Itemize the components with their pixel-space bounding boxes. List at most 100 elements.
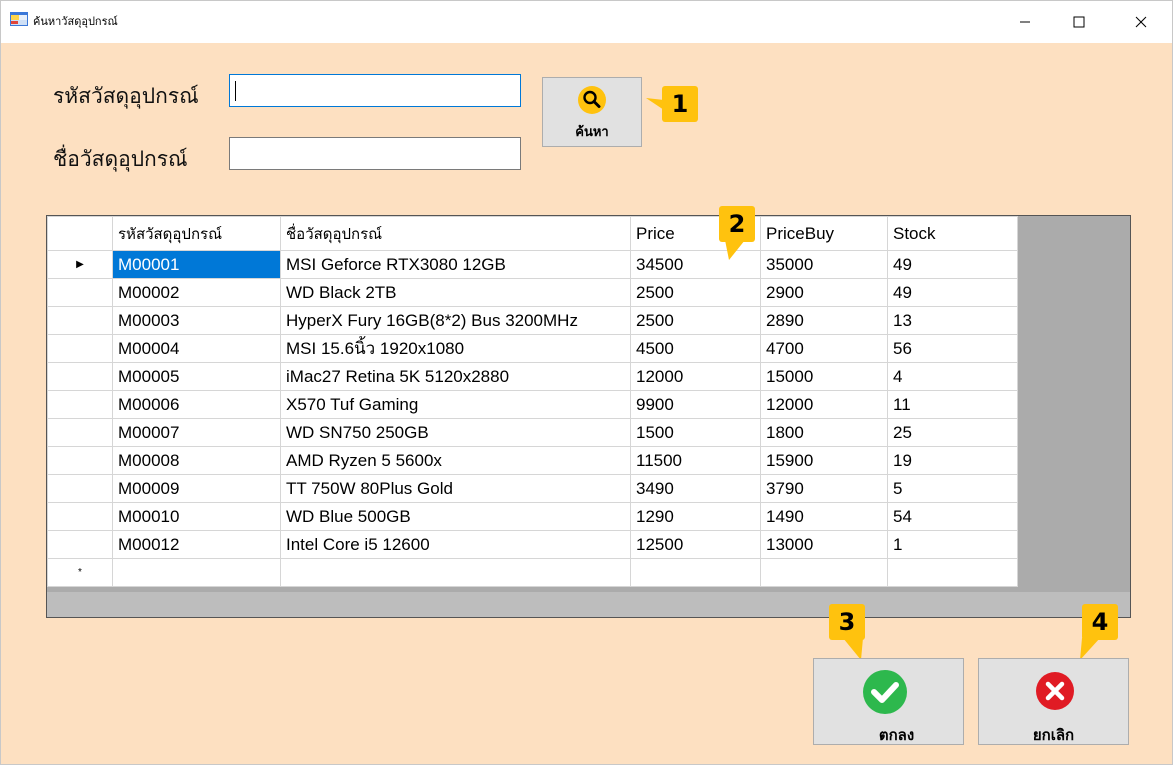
table-row[interactable]: M00009 TT 750W 80Plus Gold 3490 3790 5 <box>47 474 1018 503</box>
maximize-button[interactable] <box>1056 1 1102 43</box>
cell-code[interactable]: M00006 <box>112 390 281 419</box>
cancel-button-label: ยกเลิก <box>1032 726 1075 744</box>
cell-name[interactable]: AMD Ryzen 5 5600x <box>280 446 631 475</box>
cell-name[interactable]: WD Blue 500GB <box>280 502 631 531</box>
table-row[interactable]: M00008 AMD Ryzen 5 5600x 11500 15900 19 <box>47 446 1018 475</box>
cell-stock[interactable]: 5 <box>887 474 1018 503</box>
cell-pricebuy[interactable]: 35000 <box>760 250 888 279</box>
cell-name[interactable]: MSI Geforce RTX3080 12GB <box>280 250 631 279</box>
cell-pricebuy[interactable]: 4700 <box>760 334 888 363</box>
cell-code[interactable]: M00008 <box>112 446 281 475</box>
row-header[interactable] <box>47 502 113 531</box>
cell-code[interactable]: M00005 <box>112 362 281 391</box>
row-header[interactable] <box>47 362 113 391</box>
cell-stock[interactable]: 56 <box>887 334 1018 363</box>
cell-price[interactable]: 9900 <box>630 390 761 419</box>
cell-code[interactable]: M00012 <box>112 530 281 559</box>
row-header[interactable] <box>47 278 113 307</box>
new-row-cell[interactable] <box>887 558 1018 587</box>
new-row-cell[interactable] <box>760 558 888 587</box>
cell-name[interactable]: TT 750W 80Plus Gold <box>280 474 631 503</box>
cell-stock[interactable]: 54 <box>887 502 1018 531</box>
cell-name[interactable]: Intel Core i5 12600 <box>280 530 631 559</box>
row-header[interactable] <box>47 418 113 447</box>
column-header-pricebuy[interactable]: PriceBuy <box>760 216 888 251</box>
cell-pricebuy[interactable]: 3790 <box>760 474 888 503</box>
search-equipment-window: ค้นหาวัสดุอุปกรณ์ รหัสวัสดุอุปกรณ์ ชื่อว… <box>0 0 1173 765</box>
cell-stock[interactable]: 49 <box>887 278 1018 307</box>
row-header[interactable] <box>47 446 113 475</box>
cell-stock[interactable]: 49 <box>887 250 1018 279</box>
search-button[interactable]: ค้นหา <box>542 77 642 147</box>
row-header[interactable]: ▶ <box>47 250 113 279</box>
cell-price[interactable]: 12000 <box>630 362 761 391</box>
cell-code[interactable]: M00004 <box>112 334 281 363</box>
cell-price[interactable]: 12500 <box>630 530 761 559</box>
cell-stock[interactable]: 19 <box>887 446 1018 475</box>
table-row[interactable]: M00004 MSI 15.6นิ้ว 1920x1080 4500 4700 56 <box>47 334 1018 363</box>
table-row[interactable]: M00002 WD Black 2TB 2500 2900 49 <box>47 278 1018 307</box>
cell-stock[interactable]: 4 <box>887 362 1018 391</box>
cell-stock[interactable]: 1 <box>887 530 1018 559</box>
close-button[interactable] <box>1118 1 1164 43</box>
grid-horizontal-scrollbar[interactable] <box>47 592 1130 617</box>
row-header[interactable] <box>47 306 113 335</box>
equipment-name-input[interactable] <box>229 137 521 170</box>
cell-stock[interactable]: 13 <box>887 306 1018 335</box>
cell-price[interactable]: 1290 <box>630 502 761 531</box>
ok-button[interactable]: ตกลง <box>813 658 964 745</box>
cell-price[interactable]: 3490 <box>630 474 761 503</box>
cell-code[interactable]: M00010 <box>112 502 281 531</box>
cell-code[interactable]: M00007 <box>112 418 281 447</box>
column-header-code[interactable]: รหัสวัสดุอุปกรณ์ <box>112 216 281 251</box>
cell-name[interactable]: WD Black 2TB <box>280 278 631 307</box>
cell-price[interactable]: 1500 <box>630 418 761 447</box>
cell-name[interactable]: X570 Tuf Gaming <box>280 390 631 419</box>
table-row[interactable]: M00012 Intel Core i5 12600 12500 13000 1 <box>47 530 1018 559</box>
new-row-cell[interactable] <box>112 558 281 587</box>
cell-price[interactable]: 4500 <box>630 334 761 363</box>
column-header-stock[interactable]: Stock <box>887 216 1018 251</box>
cell-price[interactable]: 2500 <box>630 306 761 335</box>
equipment-code-input[interactable] <box>229 74 521 107</box>
cell-stock[interactable]: 11 <box>887 390 1018 419</box>
cell-code[interactable]: M00003 <box>112 306 281 335</box>
cell-name[interactable]: WD SN750 250GB <box>280 418 631 447</box>
table-row[interactable]: ▶ M00001 MSI Geforce RTX3080 12GB 34500 3500… <box>47 250 1018 279</box>
table-row[interactable]: M00003 HyperX Fury 16GB(8*2) Bus 3200MHz 2… <box>47 306 1018 335</box>
new-row-cell[interactable] <box>630 558 761 587</box>
cell-pricebuy[interactable]: 15900 <box>760 446 888 475</box>
cell-pricebuy[interactable]: 12000 <box>760 390 888 419</box>
cell-pricebuy[interactable]: 1490 <box>760 502 888 531</box>
cell-code[interactable]: M00009 <box>112 474 281 503</box>
cell-pricebuy[interactable]: 2890 <box>760 306 888 335</box>
row-header[interactable] <box>47 530 113 559</box>
cancel-button[interactable]: ยกเลิก <box>978 658 1129 745</box>
equipment-data-grid[interactable]: รหัสวัสดุอุปกรณ์ ชื่อวัสดุอุปกรณ์ Price … <box>46 215 1131 618</box>
row-header[interactable] <box>47 474 113 503</box>
cell-stock[interactable]: 25 <box>887 418 1018 447</box>
cell-name[interactable]: HyperX Fury 16GB(8*2) Bus 3200MHz <box>280 306 631 335</box>
cell-price[interactable]: 11500 <box>630 446 761 475</box>
new-row[interactable]: * <box>47 558 1018 587</box>
column-header-name[interactable]: ชื่อวัสดุอุปกรณ์ <box>280 216 631 251</box>
cell-pricebuy[interactable]: 2900 <box>760 278 888 307</box>
cell-pricebuy[interactable]: 15000 <box>760 362 888 391</box>
callout-3-number: 3 <box>838 608 856 636</box>
row-header[interactable] <box>47 390 113 419</box>
row-header[interactable] <box>47 334 113 363</box>
table-row[interactable]: M00005 iMac27 Retina 5K 5120x2880 12000 150… <box>47 362 1018 391</box>
cell-name[interactable]: MSI 15.6นิ้ว 1920x1080 <box>280 334 631 363</box>
table-row[interactable]: M00006 X570 Tuf Gaming 9900 12000 11 <box>47 390 1018 419</box>
table-row[interactable]: M00007 WD SN750 250GB 1500 1800 25 <box>47 418 1018 447</box>
row-header[interactable]: * <box>47 558 113 587</box>
cell-code[interactable]: M00001 <box>112 250 281 279</box>
cell-name[interactable]: iMac27 Retina 5K 5120x2880 <box>280 362 631 391</box>
cell-code[interactable]: M00002 <box>112 278 281 307</box>
new-row-cell[interactable] <box>280 558 631 587</box>
cell-pricebuy[interactable]: 1800 <box>760 418 888 447</box>
minimize-button[interactable] <box>1002 1 1048 43</box>
cell-price[interactable]: 2500 <box>630 278 761 307</box>
cell-pricebuy[interactable]: 13000 <box>760 530 888 559</box>
table-row[interactable]: M00010 WD Blue 500GB 1290 1490 54 <box>47 502 1018 531</box>
